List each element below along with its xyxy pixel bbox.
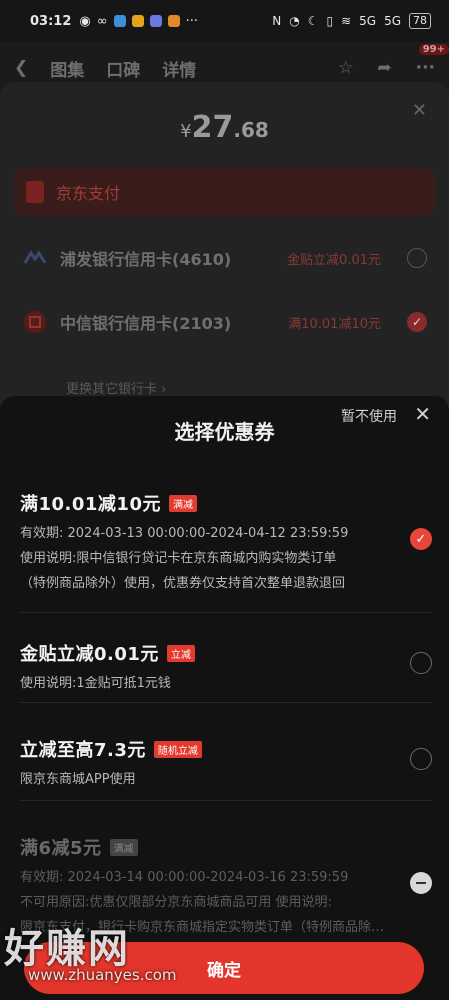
coupon-tag: 立减 (166, 644, 195, 662)
wifi-icon: ≋ (341, 14, 352, 28)
coupon-description: 使用说明:1金贴可抵1元钱 (20, 676, 171, 691)
moon-icon: ☾ (307, 14, 319, 28)
app-icon (113, 15, 126, 27)
bank-radio-checked[interactable]: ✓ (407, 312, 427, 332)
coupon-sheet: 暂不使用 ✕ 选择优惠券 满10.01减10元 满减 有效期: 2024-03-… (0, 396, 449, 1000)
coupon-title: 立减至高7.3元 (20, 740, 146, 761)
eye-icon: ◉ (79, 13, 91, 29)
tab-gallery[interactable]: 图集 (50, 56, 84, 81)
jd-pay-label: 京东支付 (56, 184, 121, 203)
coupon-description: （特例商品除外）使用，优惠券仅支持首次整单退款退回 (20, 576, 346, 591)
coupon-item[interactable]: 满10.01减10元 满减 有效期: 2024-03-13 00:00:00-2… (20, 490, 432, 591)
app-icon (167, 15, 180, 27)
amount-integer: 27 (191, 110, 234, 145)
bank-discount[interactable]: 金贴立减0.01元 (287, 249, 381, 268)
divider (20, 800, 432, 801)
system-icons: N ◔ ☾ ▯ ≋ 5G 5G 78 (272, 13, 431, 29)
tab-details[interactable]: 详情 (162, 56, 196, 81)
tab-reviews[interactable]: 口碑 (106, 56, 140, 81)
divider (20, 612, 432, 613)
status-time: 03:12 (30, 13, 72, 29)
message-badge: 99+ (418, 44, 449, 55)
jd-pay-icon (26, 181, 44, 203)
app-icon (149, 15, 162, 27)
payment-sheet: ✕ ¥27.68 京东支付 浦发银行信用卡(4610) 金贴立减0.01元 中信… (0, 82, 449, 412)
amount-decimal: .68 (233, 118, 269, 142)
coupon-tag: 随机立减 (153, 740, 202, 758)
battery-icon: 78 (409, 13, 431, 29)
weibo-icon (131, 15, 144, 27)
bank-discount[interactable]: 满10.01减10元 (288, 313, 381, 332)
citic-logo-icon (22, 309, 48, 335)
background-page: ❮ 图集 口碑 详情 ☆ ➦ ··· 99+ ✕ ¥27.68 京东支付 浦发银… (0, 42, 449, 412)
jd-pay-method[interactable]: 京东支付 (14, 168, 435, 216)
coupon-description: 使用说明:限中信银行贷记卡在京东商城内购实物类订单 (20, 551, 337, 566)
coupon-tag: 满减 (109, 838, 138, 856)
sheet-title: 选择优惠券 (174, 420, 275, 444)
coupon-description: 限京东商城APP使用 (20, 772, 136, 787)
coupon-title: 金贴立减0.01元 (20, 644, 159, 665)
status-bar: 03:12 ◉ ∞ ··· N ◔ ☾ ▯ ≋ 5G 5G 78 (0, 0, 449, 42)
bank-radio[interactable] (407, 248, 427, 268)
coupon-item-unavailable: 满6减5元 满减 有效期: 2024-03-14 00:00:00-2024-0… (20, 834, 432, 935)
star-icon[interactable]: ☆ (338, 58, 353, 78)
coupon-radio[interactable] (410, 748, 432, 770)
confirm-button[interactable]: 确定 (24, 942, 424, 994)
signal-icon: 5G (359, 14, 377, 28)
coupon-radio-disabled (410, 872, 432, 894)
signal-icon: 5G (384, 14, 401, 28)
coupon-radio-checked[interactable]: ✓ (410, 528, 432, 550)
vibrate-icon: ▯ (326, 14, 334, 28)
coupon-title: 满10.01减10元 (20, 494, 161, 515)
pay-amount: ¥27.68 (0, 110, 449, 145)
coupon-item[interactable]: 金贴立减0.01元 立减 使用说明:1金贴可抵1元钱 (20, 640, 432, 691)
nav-actions: ☆ ➦ ··· 99+ (338, 44, 449, 78)
more-icon[interactable]: ··· (416, 58, 435, 78)
alarm-icon: ◔ (289, 14, 300, 28)
bank-option-citic[interactable]: 中信银行信用卡(2103) 满10.01减10元 ✓ (22, 304, 427, 340)
coupon-tag: 满减 (168, 494, 197, 512)
coupon-validity: 有效期: 2024-03-13 00:00:00-2024-04-12 23:5… (20, 526, 349, 541)
nfc-icon: N (272, 14, 282, 28)
divider (20, 702, 432, 703)
more-notifications-icon: ··· (185, 13, 198, 29)
link-icon: ∞ (96, 13, 108, 29)
bank-name: 中信银行信用卡(2103) (60, 314, 232, 333)
bank-option-spdb[interactable]: 浦发银行信用卡(4610) 金贴立减0.01元 (22, 240, 427, 276)
coupon-item[interactable]: 立减至高7.3元 随机立减 限京东商城APP使用 (20, 736, 432, 787)
coupon-description: 限京东支付，银行卡购京东商城指定实物类订单（特例商品除外） (20, 920, 390, 935)
change-bank-link[interactable]: 更换其它银行卡 › (66, 378, 166, 397)
bank-name: 浦发银行信用卡(4610) (60, 250, 232, 269)
notification-icons: ◉ ∞ ··· (79, 14, 198, 29)
coupon-unavailable-reason: 不可用原因:优惠仅限部分京东商城商品可用 使用说明: (20, 895, 332, 910)
coupon-title: 满6减5元 (20, 838, 102, 859)
share-icon[interactable]: ➦ (377, 58, 391, 78)
coupon-validity: 有效期: 2024-03-14 00:00:00-2024-03-16 23:5… (20, 870, 349, 885)
coupon-radio[interactable] (410, 652, 432, 674)
spdb-logo-icon (22, 245, 48, 271)
currency-symbol: ¥ (180, 121, 192, 142)
back-icon[interactable]: ❮ (14, 58, 28, 78)
